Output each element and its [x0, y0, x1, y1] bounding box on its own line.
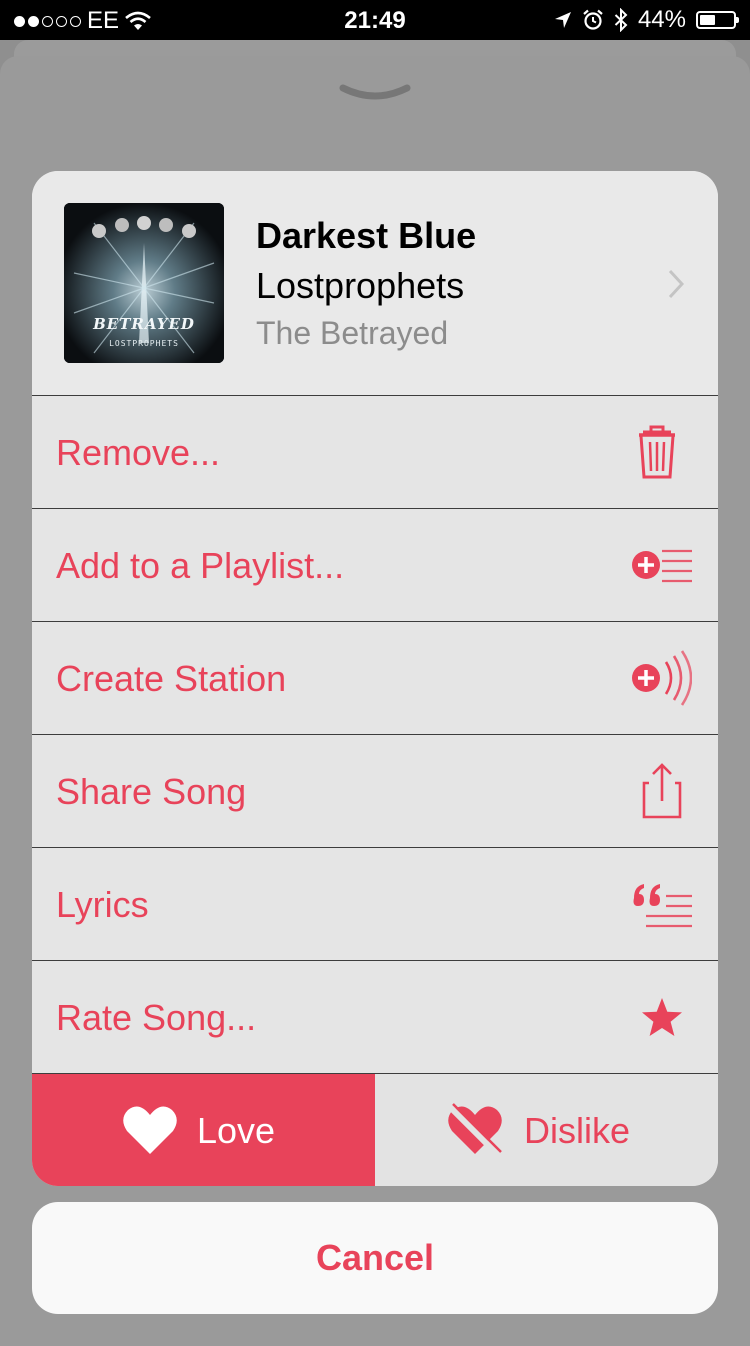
add-to-playlist-icon [632, 549, 692, 583]
create-station-button[interactable]: Create Station [32, 621, 718, 734]
remove-label: Remove... [56, 432, 221, 473]
lyrics-icon [633, 884, 692, 928]
status-right: 44% [554, 6, 739, 34]
trash-icon [639, 425, 675, 479]
dislike-button[interactable]: Dislike [375, 1074, 718, 1186]
action-sheet-card: BETRAYED LOSTPROPHETS Darkest Blue Lostp… [32, 171, 718, 1186]
broken-heart-icon [447, 1103, 502, 1157]
song-album: The Betrayed [256, 315, 449, 351]
battery-icon [696, 11, 739, 29]
remove-button[interactable]: Remove... [32, 395, 718, 508]
heart-icon [123, 1106, 177, 1154]
alarm-icon [583, 9, 603, 30]
lyrics-label: Lyrics [56, 884, 149, 925]
dismiss-chevron-icon[interactable] [339, 82, 411, 102]
album-artwork: BETRAYED LOSTPROPHETS [64, 203, 224, 363]
song-header[interactable]: BETRAYED LOSTPROPHETS Darkest Blue Lostp… [32, 171, 718, 395]
create-station-icon [632, 650, 692, 706]
chevron-right-icon [668, 269, 684, 299]
create-station-label: Create Station [56, 658, 287, 699]
love-label: Love [197, 1110, 276, 1151]
share-song-label: Share Song [56, 771, 247, 812]
rate-song-button[interactable]: Rate Song... [32, 960, 718, 1073]
add-to-playlist-label: Add to a Playlist... [56, 545, 345, 586]
cancel-button[interactable]: Cancel [32, 1202, 718, 1314]
share-song-button[interactable]: Share Song [32, 734, 718, 847]
song-title: Darkest Blue [256, 215, 477, 256]
love-button[interactable]: Love [32, 1074, 375, 1186]
star-icon [642, 998, 682, 1036]
battery-percent: 44% [637, 6, 686, 33]
song-artist: Lostprophets [256, 265, 465, 306]
dislike-label: Dislike [524, 1110, 631, 1151]
rate-song-label: Rate Song... [56, 997, 257, 1038]
location-arrow-icon [554, 12, 571, 28]
lyrics-button[interactable]: Lyrics [32, 847, 718, 960]
bluetooth-icon [614, 8, 628, 32]
status-bar: EE 21:49 44% [0, 0, 750, 40]
artwork-title-text: BETRAYED [93, 315, 195, 333]
love-dislike-row: Love Dislike [32, 1073, 718, 1186]
artwork-band-text: LOSTPROPHETS [109, 339, 179, 348]
add-to-playlist-button[interactable]: Add to a Playlist... [32, 508, 718, 621]
share-icon [642, 763, 682, 819]
